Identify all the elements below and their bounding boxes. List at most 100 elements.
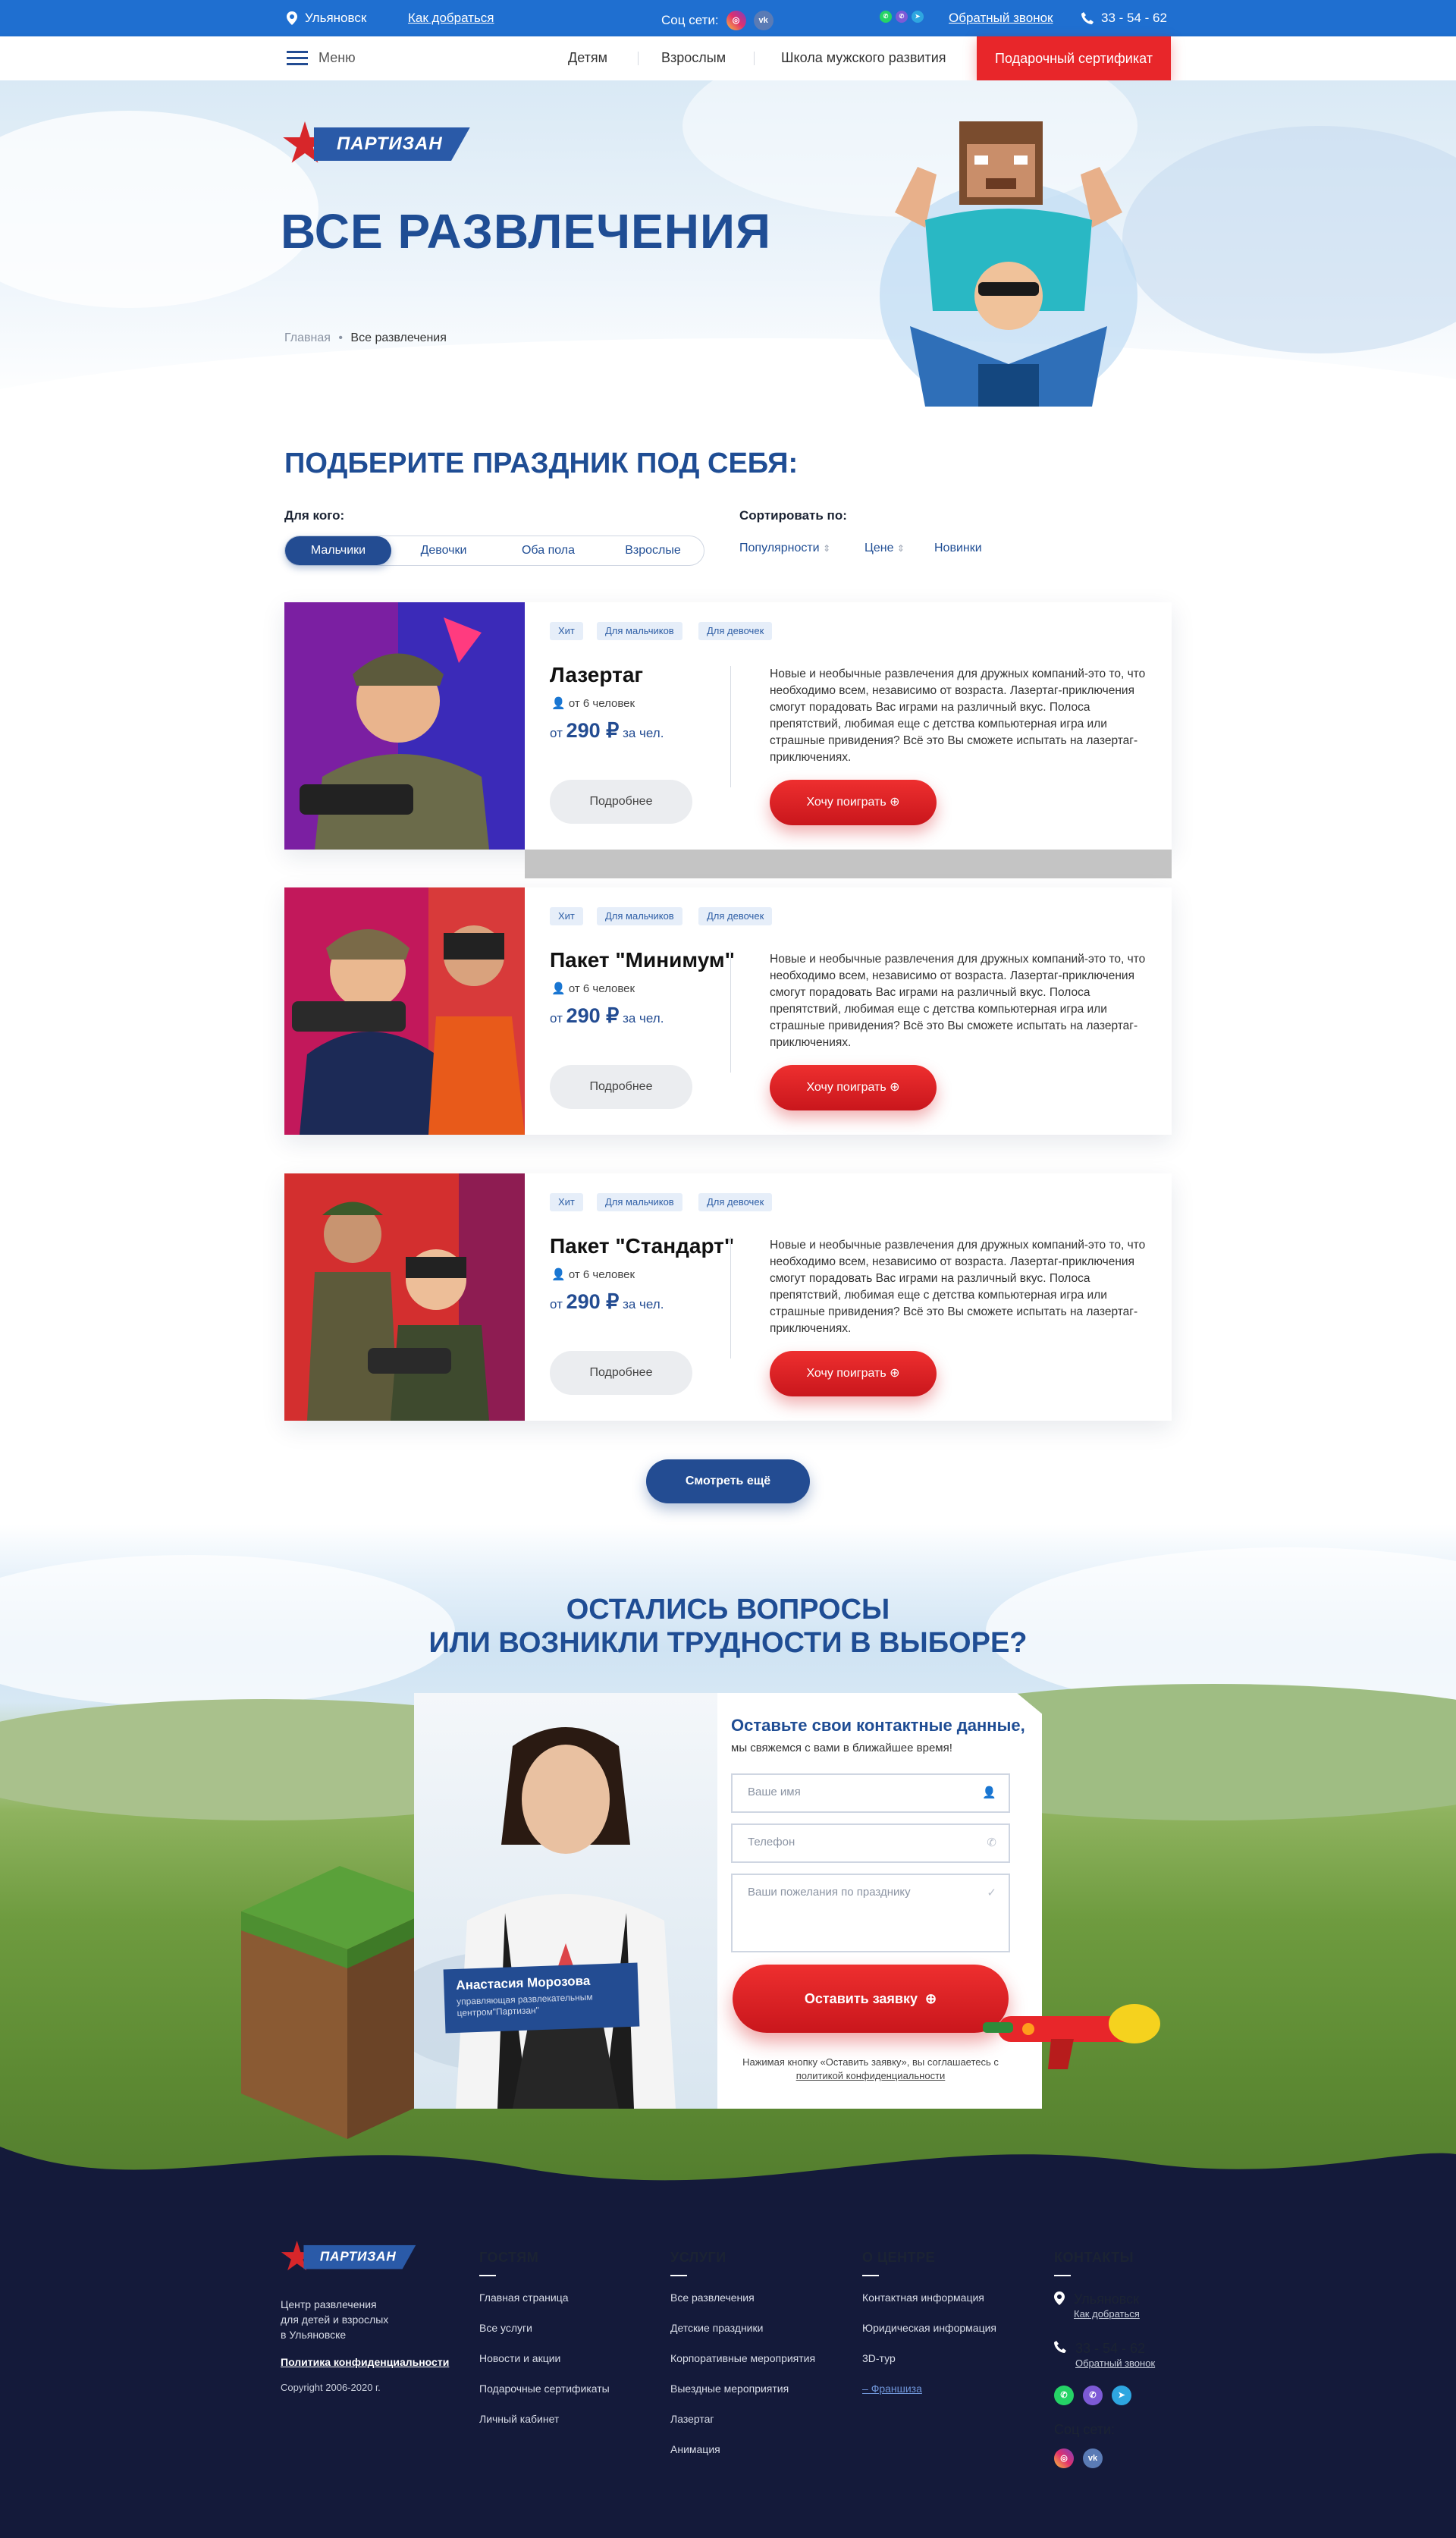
price-unit: за чел. (623, 1011, 664, 1026)
footer-city: Ульяновск (1074, 2291, 1140, 2307)
viber-icon[interactable]: ✆ (896, 11, 908, 23)
filter-option-boys[interactable]: Мальчики (285, 536, 391, 565)
topbar-callback-link[interactable]: Обратный звонок (949, 11, 1053, 26)
telegram-icon[interactable]: ➤ (912, 11, 924, 23)
load-more-button[interactable]: Смотреть ещё (646, 1459, 810, 1503)
instagram-icon[interactable]: ◎ (726, 11, 746, 30)
card-description: Новые и необычные развлечения для дружны… (770, 667, 1146, 764)
card-people-text: от 6 человек (568, 982, 635, 995)
nav-item-adults[interactable]: Взрослым (661, 50, 726, 66)
footer-phone-number[interactable]: 33 - 54 - 62 (1075, 2341, 1155, 2357)
person-icon: 👤 (551, 697, 566, 710)
card-tag: Хит (550, 622, 583, 640)
filter-option-girls[interactable]: Девочки (391, 536, 496, 565)
card-play-button[interactable]: Хочу поиграть ⊕ (770, 1351, 937, 1396)
target-icon: ⊕ (890, 796, 900, 809)
footer-directions-link[interactable]: Как добраться (1074, 2308, 1140, 2320)
footer-privacy-link[interactable]: Политика конфиденциальности (281, 2356, 469, 2368)
sort-arrow-icon: ⇕ (896, 543, 905, 554)
card-play-button[interactable]: Хочу поиграть ⊕ (770, 1065, 937, 1110)
price-value: 290 ₽ (566, 1004, 620, 1027)
manager-photo: Анастасия Морозова управляющая развлекат… (414, 1693, 717, 2109)
footer-link[interactable]: Анимация (670, 2443, 815, 2455)
footer-copyright: Copyright 2006-2020 г. (281, 2382, 381, 2393)
footer-link[interactable]: Выездные мероприятия (670, 2383, 815, 2395)
site-logo[interactable]: ПАРТИЗАН (282, 121, 470, 167)
privacy-policy-link[interactable]: политикой конфиденциальности (796, 2070, 946, 2081)
footer-logo[interactable]: ПАРТИЗАН (281, 2241, 416, 2273)
footer-link[interactable]: Главная страница (479, 2291, 610, 2304)
filter-option-adults[interactable]: Взрослые (601, 536, 705, 565)
footer-link[interactable]: Контактная информация (862, 2291, 996, 2304)
breadcrumb-home[interactable]: Главная (284, 331, 331, 344)
footer-link[interactable]: Лазертаг (670, 2413, 815, 2425)
footer-link[interactable]: Детские праздники (670, 2322, 815, 2334)
sort-price[interactable]: Цене ⇕ (864, 542, 905, 555)
footer-link[interactable]: Юридическая информация (862, 2322, 996, 2334)
whatsapp-icon[interactable]: ✆ (1054, 2386, 1074, 2405)
footer-link[interactable]: Подарочные сертификаты (479, 2383, 610, 2395)
viber-icon[interactable]: ✆ (1083, 2386, 1103, 2405)
sort-price-label: Цене (864, 542, 894, 554)
name-placeholder: Ваше имя (748, 1786, 801, 1798)
gift-certificate-button[interactable]: Подарочный сертификат (977, 36, 1171, 80)
telegram-icon[interactable]: ➤ (1112, 2386, 1131, 2405)
footer-about-line: в Ульяновске (281, 2329, 347, 2341)
card-more-button[interactable]: Подробнее (550, 780, 692, 824)
card-title: Лазертаг (550, 663, 644, 686)
card-description: Новые и необычные развлечения для дружны… (770, 1239, 1146, 1335)
menu-label: Меню (318, 50, 356, 65)
target-icon: ⊕ (890, 1367, 900, 1380)
card-title: Пакет "Минимум" (550, 948, 735, 972)
play-label: Хочу поиграть (806, 1081, 886, 1094)
card-title: Пакет "Стандарт" (550, 1234, 735, 1258)
main-nav: Меню Детям Взрослым Школа мужского разви… (0, 36, 1456, 80)
topbar-directions-link[interactable]: Как добраться (408, 11, 494, 26)
topbar-phone-number: 33 - 54 - 62 (1101, 11, 1167, 25)
instagram-icon[interactable]: ◎ (1054, 2448, 1074, 2468)
franchise-label: Франшиза (871, 2383, 922, 2395)
menu-toggle[interactable]: Меню (287, 50, 356, 66)
wishes-field[interactable]: Ваши пожелания по празднику ✓ (731, 1874, 1010, 1952)
footer-link[interactable]: Все развлечения (670, 2291, 815, 2304)
footer-link[interactable]: Корпоративные мероприятия (670, 2352, 815, 2364)
footer-link[interactable]: Все услуги (479, 2322, 610, 2334)
card-tag: Хит (550, 907, 583, 925)
sort-new[interactable]: Новинки (934, 542, 982, 555)
footer-link-franchise[interactable]: – Франшиза (862, 2383, 996, 2395)
vk-icon[interactable]: vk (1083, 2448, 1103, 2468)
card-play-button[interactable]: Хочу поиграть ⊕ (770, 780, 937, 825)
price-unit: за чел. (623, 1297, 664, 1311)
footer-link[interactable]: Новости и акции (479, 2352, 610, 2364)
card-price: от 290 ₽ за чел. (550, 1290, 664, 1314)
footer-guests-title: ГОСТЯМ (479, 2250, 539, 2265)
person-icon: 👤 (982, 1786, 996, 1799)
nav-item-school[interactable]: Школа мужского развития (781, 50, 946, 66)
footer-callback-link[interactable]: Обратный звонок (1075, 2357, 1155, 2369)
whatsapp-icon[interactable]: ✆ (880, 11, 892, 23)
sort-arrow-icon: ⇕ (823, 543, 831, 554)
card-more-button[interactable]: Подробнее (550, 1065, 692, 1109)
phone-icon (1054, 2341, 1066, 2353)
person-icon: 👤 (551, 982, 566, 995)
nav-item-kids[interactable]: Детям (568, 50, 607, 66)
card-more-button[interactable]: Подробнее (550, 1351, 692, 1395)
location-pin-icon (1054, 2291, 1065, 2305)
topbar-phone[interactable]: 33 - 54 - 62 (1081, 11, 1167, 26)
filter-option-both[interactable]: Оба пола (496, 536, 601, 565)
card-tag: Для девочек (698, 907, 773, 925)
footer-link[interactable]: 3D-тур (862, 2352, 996, 2364)
card-price: от 290 ₽ за чел. (550, 719, 664, 743)
manager-name: Анастасия Морозова (456, 1973, 591, 1993)
footer-link[interactable]: Личный кабинет (479, 2413, 610, 2425)
page-title: ВСЕ РАЗВЛЕЧЕНИЯ (281, 204, 771, 259)
footer-social-label: Соц сети: (1054, 2422, 1116, 2437)
vk-icon[interactable]: vk (753, 11, 774, 30)
phone-placeholder: Телефон (748, 1836, 795, 1849)
sort-popularity[interactable]: Популярности ⇕ (739, 542, 830, 555)
price-value: 290 ₽ (566, 719, 620, 742)
submit-request-button[interactable]: Оставить заявку ⊕ (733, 1965, 1009, 2033)
name-field[interactable]: Ваше имя 👤 (731, 1773, 1010, 1813)
phone-field[interactable]: Телефон ✆ (731, 1823, 1010, 1863)
logo-text: ПАРТИЗАН (303, 2244, 416, 2269)
